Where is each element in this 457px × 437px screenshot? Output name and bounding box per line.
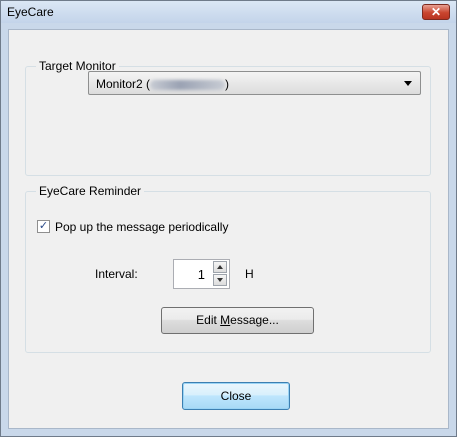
title-bar[interactable]: EyeCare ✕	[1, 1, 456, 23]
popup-message-checkbox[interactable]: ✓	[37, 220, 50, 233]
arrow-up-icon	[217, 265, 223, 269]
interval-label: Interval:	[95, 267, 138, 281]
interval-unit-label: H	[245, 267, 254, 281]
interval-value: 1	[197, 267, 205, 282]
chevron-down-icon	[404, 81, 412, 86]
window-title: EyeCare	[7, 5, 54, 19]
interval-increment-button[interactable]	[213, 261, 227, 273]
arrow-down-icon	[217, 278, 223, 282]
interval-decrement-button[interactable]	[213, 274, 227, 286]
close-button[interactable]: Close	[182, 382, 290, 410]
popup-message-label[interactable]: Pop up the message periodically	[55, 220, 228, 234]
monitor-select-value: Monitor2 ()	[96, 77, 230, 91]
interval-stepper[interactable]: 1	[173, 259, 230, 289]
eyecare-reminder-legend: EyeCare Reminder	[36, 184, 145, 198]
eyecare-dialog: EyeCare ✕ Target Monitor Monitor2 () Eye…	[0, 0, 457, 437]
redacted-monitor-id	[150, 79, 226, 90]
monitor-select[interactable]: Monitor2 ()	[88, 71, 421, 95]
close-icon[interactable]: ✕	[422, 4, 450, 20]
edit-message-button[interactable]: Edit Message...	[161, 307, 314, 334]
